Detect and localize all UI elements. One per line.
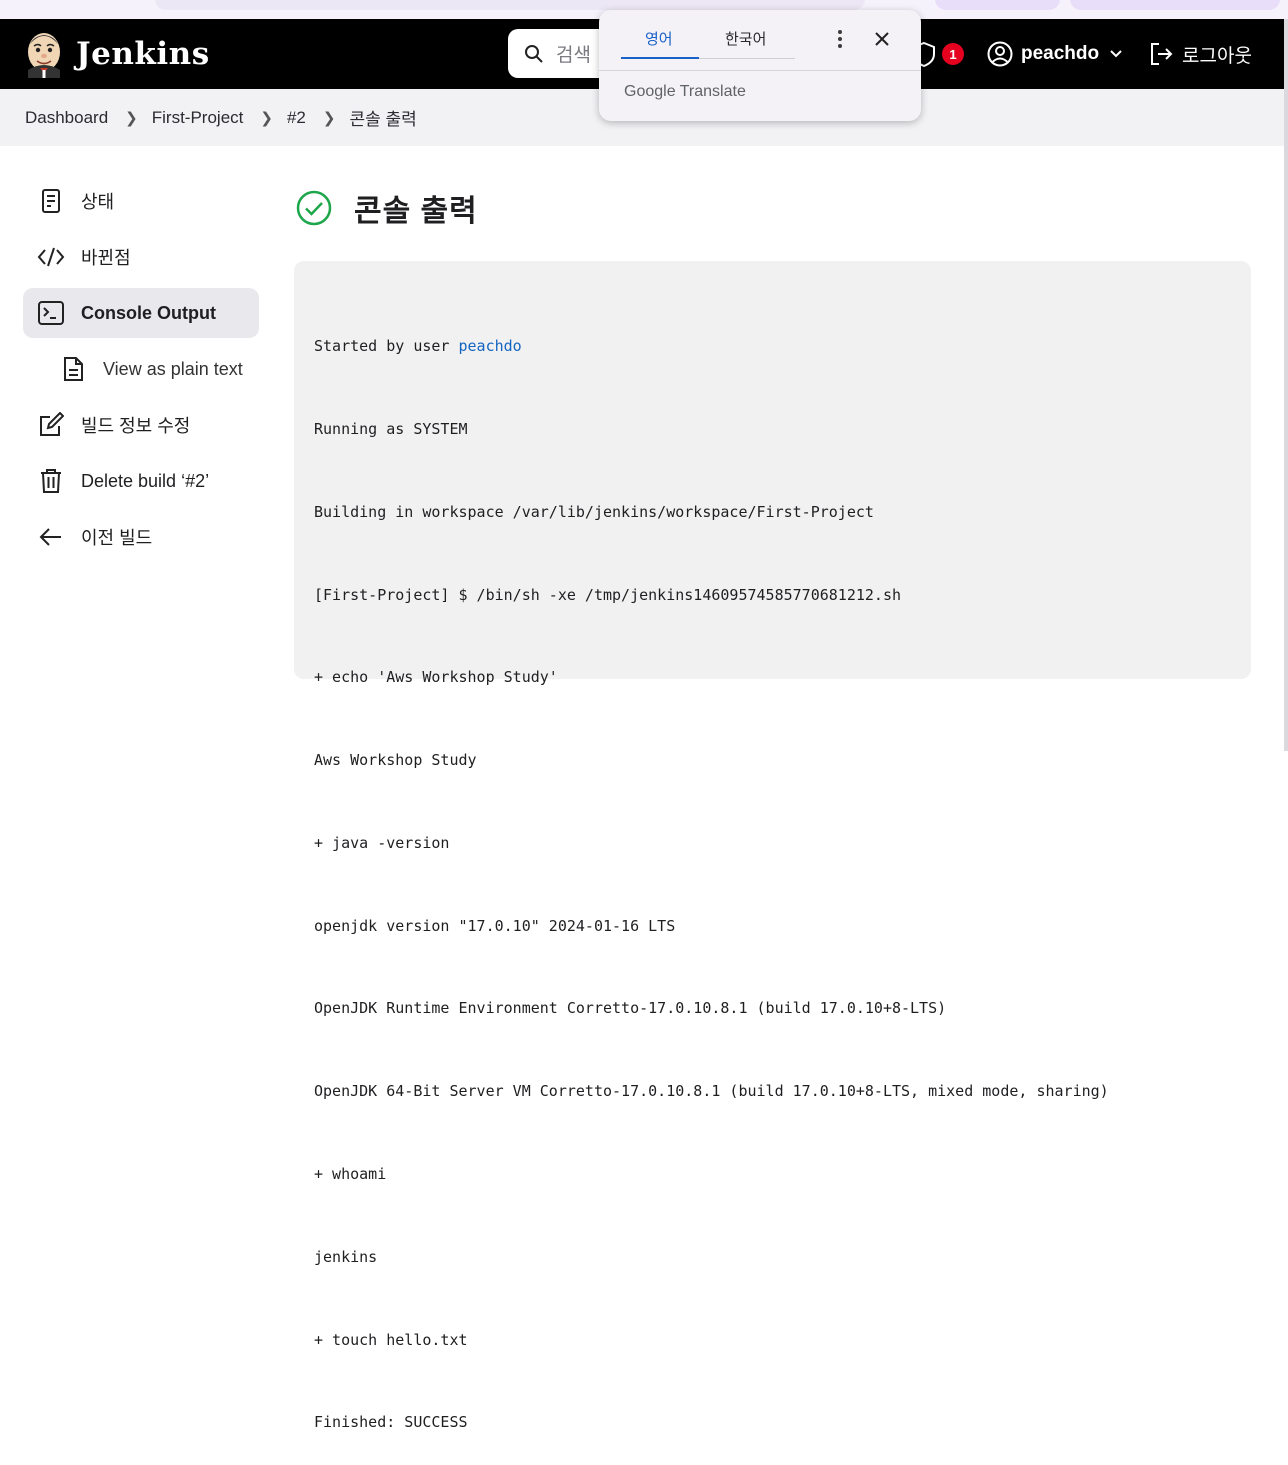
more-vert-icon[interactable] bbox=[833, 28, 847, 50]
console-line: + whoami bbox=[314, 1165, 387, 1183]
google-translate-popup: 영어 한국어 Google Translate bbox=[599, 10, 921, 121]
sidebar-item-label: 빌드 정보 수정 bbox=[81, 416, 191, 436]
user-avatar-icon bbox=[987, 41, 1013, 67]
translate-tab-target[interactable]: 한국어 bbox=[725, 28, 766, 49]
sidebar-item-plain-text[interactable]: View as plain text bbox=[23, 344, 259, 394]
chevron-right-icon: ❯ bbox=[125, 109, 138, 127]
sidebar-item-console-output[interactable]: Console Output bbox=[23, 288, 259, 338]
sidebar: 상태 바뀐점 Console Output View as plain text… bbox=[23, 176, 259, 568]
arrow-left-icon bbox=[37, 523, 65, 551]
chevron-down-icon bbox=[1110, 50, 1122, 58]
console-line: + java -version bbox=[314, 833, 450, 852]
breadcrumb-console[interactable]: 콘솔 출력 bbox=[349, 105, 416, 130]
edit-icon bbox=[37, 411, 65, 439]
chevron-right-icon: ❯ bbox=[322, 109, 336, 127]
user-link[interactable]: peachdo bbox=[459, 337, 522, 355]
sidebar-item-delete-build[interactable]: Delete build ‘#2’ bbox=[23, 456, 259, 506]
active-tab-indicator bbox=[621, 57, 699, 59]
sidebar-item-changes[interactable]: 바뀐점 bbox=[23, 232, 259, 282]
user-name: peachdo bbox=[1021, 43, 1100, 64]
profile-chip-edge[interactable] bbox=[935, 0, 1060, 10]
google-translate-brand: Google Translate bbox=[624, 83, 746, 101]
logout-icon bbox=[1151, 43, 1173, 65]
search-icon bbox=[525, 44, 543, 63]
console-line: Building in workspace /var/lib/jenkins/w… bbox=[314, 502, 874, 521]
user-menu[interactable]: peachdo bbox=[987, 19, 1123, 89]
console-line: Running as SYSTEM bbox=[314, 419, 468, 438]
sidebar-item-label: Delete build ‘#2’ bbox=[81, 470, 210, 491]
breadcrumb-dashboard[interactable]: Dashboard bbox=[25, 108, 108, 128]
sidebar-item-edit-build-info[interactable]: 빌드 정보 수정 bbox=[23, 400, 259, 450]
sidebar-item-label: View as plain text bbox=[103, 358, 243, 379]
code-icon bbox=[37, 243, 65, 271]
console-line: Started by user peachdo bbox=[314, 333, 1231, 361]
console-line: Aws Workshop Study bbox=[314, 751, 477, 770]
console-line: + echo 'Aws Workshop Study' bbox=[314, 668, 558, 687]
console-output: Started by user peachdo Running as SYSTE… bbox=[294, 261, 1251, 1431]
success-check-icon bbox=[296, 190, 332, 226]
breadcrumb-build[interactable]: #2 bbox=[287, 108, 306, 128]
status-icon bbox=[37, 187, 65, 215]
logout-label: 로그아웃 bbox=[1182, 45, 1252, 67]
console-text: Started by user bbox=[314, 337, 459, 356]
console-line: openjdk version "17.0.10" 2024-01-16 LTS bbox=[314, 916, 676, 935]
brand-google: Google bbox=[624, 83, 676, 100]
trash-icon bbox=[37, 467, 65, 495]
address-bar-edge[interactable] bbox=[155, 0, 865, 10]
breadcrumb: Dashboard ❯ First-Project ❯ #2 ❯ 콘솔 출력 bbox=[25, 89, 417, 146]
console-line: OpenJDK 64-Bit Server VM Corretto-17.0.1… bbox=[314, 1082, 1109, 1101]
chevron-right-icon: ❯ bbox=[260, 109, 273, 127]
jenkins-logo-icon bbox=[28, 33, 60, 78]
tab-divider bbox=[699, 58, 795, 59]
sidebar-item-label: 이전 빌드 bbox=[81, 528, 153, 548]
console-line: Finished: SUCCESS bbox=[314, 1413, 468, 1432]
sidebar-item-label: Console Output bbox=[81, 302, 216, 323]
search-placeholder: 검색 bbox=[556, 45, 591, 66]
sidebar-item-status[interactable]: 상태 bbox=[23, 176, 259, 226]
jenkins-home-link[interactable]: Jenkins bbox=[24, 29, 210, 79]
console-line: OpenJDK Runtime Environment Corretto-17.… bbox=[314, 999, 947, 1018]
page-title: 콘솔 출력 bbox=[354, 195, 478, 228]
logout-link[interactable]: 로그아웃 bbox=[1148, 19, 1252, 89]
brand-name: Jenkins bbox=[76, 36, 210, 72]
document-icon bbox=[59, 355, 87, 383]
breadcrumb-project[interactable]: First-Project bbox=[152, 108, 244, 128]
translate-tab-source[interactable]: 영어 bbox=[645, 28, 673, 49]
console-line: jenkins bbox=[314, 1247, 378, 1266]
window-edge bbox=[1284, 19, 1288, 751]
alert-count-badge: 1 bbox=[942, 43, 964, 65]
brand-translate: Translate bbox=[679, 83, 746, 100]
browser-chip-edge[interactable] bbox=[1070, 0, 1280, 10]
close-icon[interactable] bbox=[871, 28, 893, 50]
sidebar-item-previous-build[interactable]: 이전 빌드 bbox=[23, 512, 259, 562]
sidebar-item-label: 상태 bbox=[81, 192, 115, 212]
sidebar-item-label: 바뀐점 bbox=[81, 248, 131, 268]
popup-divider bbox=[599, 70, 921, 71]
console-line: [First-Project] $ /bin/sh -xe /tmp/jenki… bbox=[314, 585, 901, 604]
page-header: 콘솔 출력 bbox=[296, 186, 478, 230]
terminal-icon bbox=[37, 299, 65, 327]
console-line: + touch hello.txt bbox=[314, 1330, 468, 1349]
